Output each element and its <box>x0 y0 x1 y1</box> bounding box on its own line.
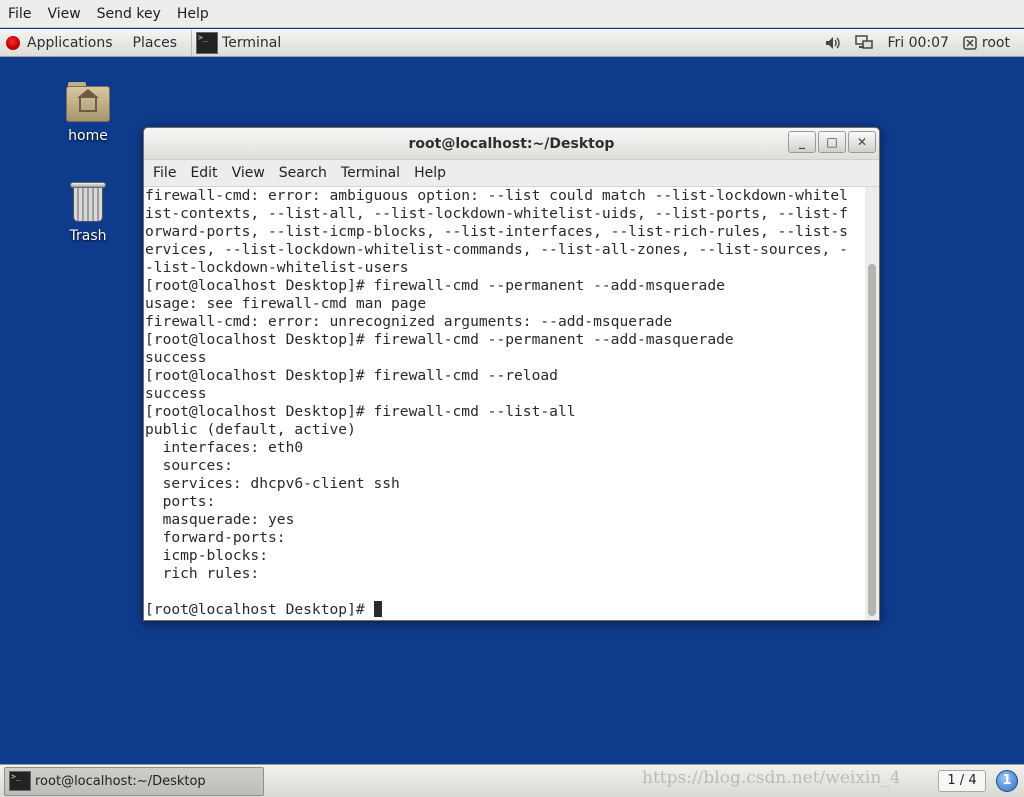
network-icon[interactable] <box>855 34 874 51</box>
terminal-line: services: dhcpv6-client ssh <box>145 475 400 492</box>
terminal-line: masquerade: yes <box>145 511 295 528</box>
terminal-line: ervices, --list-lockdown-whitelist-comma… <box>145 241 848 258</box>
redhat-logo-icon <box>6 35 20 50</box>
workspace-switcher[interactable]: 1 / 4 <box>938 770 986 792</box>
terminal-output[interactable]: firewall-cmd: error: ambiguous option: -… <box>144 187 866 620</box>
terminal-line: [root@localhost Desktop]# <box>145 601 866 619</box>
taskbar-terminal-button[interactable]: >_ root@localhost:~/Desktop <box>4 766 264 796</box>
top-panel: Applications Places >_ Terminal Fri 00:0… <box>0 29 1024 57</box>
watermark-text: https://blog.csdn.net/weixin_4 <box>642 768 901 788</box>
terminal-line: ist-contexts, --list-all, --list-lockdow… <box>145 205 848 222</box>
trash-icon <box>70 180 106 224</box>
user-name: root <box>981 34 1010 51</box>
desktop-icon-trash-label: Trash <box>69 228 107 244</box>
clock[interactable]: Fri 00:07 <box>887 35 948 51</box>
terminal-line: [root@localhost Desktop]# firewall-cmd -… <box>145 331 734 348</box>
desktop-icon-trash[interactable]: Trash <box>48 180 128 244</box>
terminal-menu-terminal[interactable]: Terminal <box>334 165 407 181</box>
terminal-line: interfaces: eth0 <box>145 439 304 456</box>
taskbar-terminal-label: root@localhost:~/Desktop <box>35 773 206 789</box>
terminal-line: usage: see firewall-cmd man page <box>145 295 427 312</box>
terminal-scrollbar[interactable] <box>865 187 879 620</box>
terminal-text: firewall-cmd: error: ambiguous option: -… <box>144 187 866 619</box>
applications-menu[interactable]: Applications <box>0 29 123 57</box>
power-icon <box>963 35 977 50</box>
terminal-line: rich rules: <box>145 565 269 582</box>
terminal-menubar: File Edit View Search Terminal Help <box>144 160 879 187</box>
terminal-menu-search[interactable]: Search <box>272 165 334 181</box>
terminal-line: sources: <box>145 457 242 474</box>
speaker-icon[interactable] <box>825 36 841 50</box>
terminal-menu-help[interactable]: Help <box>407 165 453 181</box>
terminal-window: root@localhost:~/Desktop _ □ ✕ File Edit… <box>143 127 880 621</box>
panel-terminal-label: Terminal <box>222 34 282 51</box>
desktop-icon-home-label: home <box>68 128 108 144</box>
vm-menu-help[interactable]: Help <box>169 0 217 28</box>
terminal-line: success <box>145 385 207 402</box>
window-titlebar[interactable]: root@localhost:~/Desktop _ □ ✕ <box>144 128 879 160</box>
terminal-icon: >_ <box>196 31 219 54</box>
applications-label: Applications <box>27 34 113 51</box>
terminal-line: firewall-cmd: error: ambiguous option: -… <box>145 187 848 204</box>
panel-terminal-button[interactable]: >_ Terminal <box>191 29 289 56</box>
terminal-cursor <box>374 601 383 617</box>
terminal-line: public (default, active) <box>145 421 356 438</box>
terminal-line: orward-ports, --list-icmp-blocks, --list… <box>145 223 848 240</box>
desktop-icon-home[interactable]: home <box>48 80 128 144</box>
terminal-icon: >_ <box>9 771 31 791</box>
terminal-line: [root@localhost Desktop]# firewall-cmd -… <box>145 277 725 294</box>
window-title: root@localhost:~/Desktop <box>408 135 615 152</box>
window-controls: _ □ ✕ <box>786 131 876 153</box>
terminal-line: forward-ports: <box>145 529 295 546</box>
maximize-button[interactable]: □ <box>818 131 846 153</box>
terminal-menu-view[interactable]: View <box>225 165 272 181</box>
vm-menubar: File View Send key Help <box>0 0 1024 28</box>
vm-menu-send-key[interactable]: Send key <box>89 0 169 28</box>
places-menu[interactable]: Places <box>123 29 188 57</box>
terminal-line: ports: <box>145 493 225 510</box>
terminal-menu-edit[interactable]: Edit <box>183 165 224 181</box>
terminal-line: firewall-cmd: error: unrecognized argume… <box>145 313 673 330</box>
scrollbar-thumb[interactable] <box>868 264 876 616</box>
terminal-line: [root@localhost Desktop]# firewall-cmd -… <box>145 367 558 384</box>
terminal-line: [root@localhost Desktop]# firewall-cmd -… <box>145 403 576 420</box>
terminal-menu-file[interactable]: File <box>146 165 183 181</box>
minimize-button[interactable]: _ <box>788 131 816 153</box>
vm-menu-view[interactable]: View <box>39 0 88 28</box>
info-icon[interactable]: 1 <box>996 770 1018 792</box>
terminal-line: icmp-blocks: <box>145 547 277 564</box>
close-button[interactable]: ✕ <box>848 131 876 153</box>
vm-menu-file[interactable]: File <box>0 0 39 28</box>
bottom-panel: >_ root@localhost:~/Desktop https://blog… <box>0 764 1024 797</box>
terminal-line: success <box>145 349 207 366</box>
home-folder-icon <box>66 80 110 124</box>
terminal-line: -list-lockdown-whitelist-users <box>145 259 409 276</box>
user-menu[interactable]: root <box>963 35 1010 51</box>
panel-status-area: Fri 00:07 root <box>825 29 1024 57</box>
